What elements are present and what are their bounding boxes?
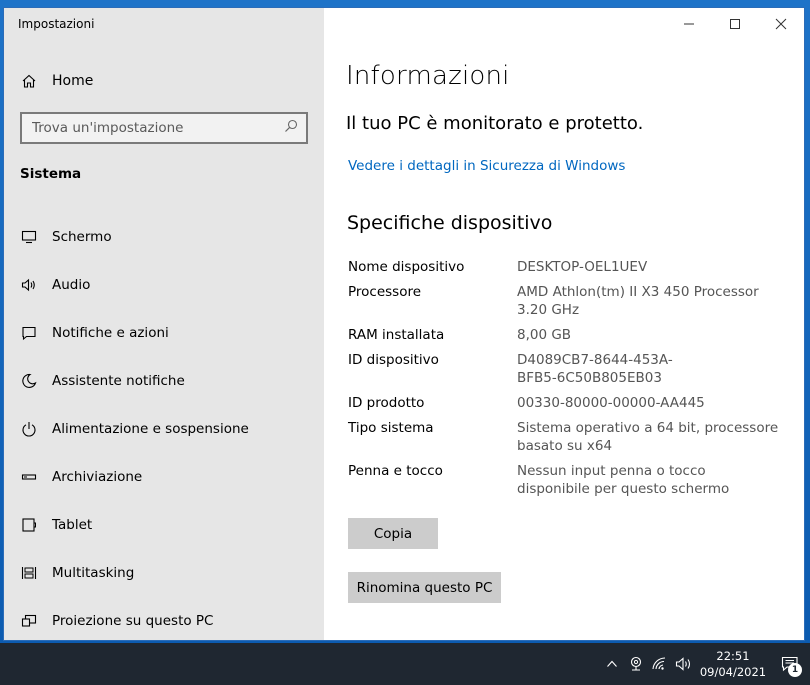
sidebar-item-notifiche[interactable]: Notifiche e azioni — [4, 309, 324, 357]
spec-label: ID prodotto — [348, 395, 425, 411]
spec-value: Nessun input penna o tocco disponibile p… — [517, 463, 730, 497]
notification-count-badge: 1 — [788, 663, 802, 677]
spec-label: RAM installata — [348, 327, 445, 343]
power-icon — [20, 420, 38, 438]
clock[interactable]: 22:51 09/04/2021 — [696, 648, 770, 680]
sidebar: Impostazioni Home Sistema Schermo — [4, 8, 324, 640]
nav-home[interactable]: Home — [4, 66, 324, 96]
monitor-icon — [20, 228, 38, 246]
sidebar-item-audio[interactable]: Audio — [4, 261, 324, 309]
network-tray-button[interactable] — [648, 643, 672, 685]
spec-value: DESKTOP-OEL1UEV — [517, 259, 648, 275]
protection-status: Il tuo PC è monitorato e protetto. — [346, 113, 644, 134]
close-button[interactable] — [758, 8, 804, 40]
sidebar-item-archiviazione[interactable]: Archiviazione — [4, 453, 324, 501]
main-content: Informazioni Il tuo PC è monitorato e pr… — [324, 8, 804, 640]
sidebar-item-assistente[interactable]: Assistente notifiche — [4, 357, 324, 405]
multitasking-icon — [20, 564, 38, 582]
nav-home-label: Home — [52, 73, 94, 89]
sidebar-item-label: Notifiche e azioni — [52, 325, 169, 341]
copy-button[interactable]: Copia — [348, 518, 438, 549]
spec-value: D4089CB7-8644-453A-BFB5-6C50B805EB03 — [517, 352, 673, 386]
clock-date: 09/04/2021 — [699, 665, 767, 679]
page-title: Informazioni — [346, 61, 510, 91]
taskbar: 22:51 09/04/2021 1 — [0, 643, 810, 685]
rename-pc-button[interactable]: Rinomina questo PC — [348, 572, 501, 603]
sidebar-item-label: Audio — [52, 277, 91, 293]
action-center-button[interactable]: 1 — [770, 643, 810, 685]
sidebar-item-label: Multitasking — [52, 565, 135, 581]
sidebar-item-label: Proiezione su questo PC — [52, 613, 214, 629]
device-specs: Nome dispositivo DESKTOP-OEL1UEV Process… — [348, 258, 788, 505]
spec-row-system-type: Tipo sistema Sistema operativo a 64 bit,… — [348, 419, 788, 455]
close-icon — [775, 18, 787, 30]
sidebar-item-schermo[interactable]: Schermo — [4, 213, 324, 261]
search-box[interactable] — [20, 112, 308, 144]
minimize-button[interactable] — [666, 8, 712, 40]
nav-list: Schermo Audio Notifiche e azioni Assiste… — [4, 213, 324, 640]
settings-window: Impostazioni Home Sistema Schermo — [4, 8, 804, 640]
spec-row-product-id: ID prodotto 00330-80000-00000-AA445 — [348, 394, 788, 412]
speaker-icon — [20, 276, 38, 294]
window-controls — [666, 8, 804, 40]
window-title: Impostazioni — [18, 17, 95, 31]
sidebar-item-multitasking[interactable]: Multitasking — [4, 549, 324, 597]
spec-row-processor: Processore AMD Athlon(tm) II X3 450 Proc… — [348, 283, 788, 319]
search-input[interactable] — [32, 120, 284, 136]
spec-value: Sistema operativo a 64 bit, processore b… — [517, 420, 779, 454]
webcam-icon — [630, 656, 642, 671]
notifications-icon — [20, 324, 38, 342]
volume-icon — [675, 657, 691, 671]
sidebar-item-tablet[interactable]: Tablet — [4, 501, 324, 549]
chevron-up-icon — [607, 660, 617, 667]
spec-value: 00330-80000-00000-AA445 — [517, 395, 705, 411]
spec-row-pen-touch: Penna e tocco Nessun input penna o tocco… — [348, 462, 788, 498]
moon-icon — [20, 372, 38, 390]
section-heading: Sistema — [20, 166, 82, 182]
spec-row-device-id: ID dispositivo D4089CB7-8644-453A-BFB5-6… — [348, 351, 788, 387]
spec-value: AMD Athlon(tm) II X3 450 Processor 3.20 … — [517, 284, 772, 318]
projection-icon — [20, 612, 38, 630]
sidebar-item-label: Tablet — [52, 517, 93, 533]
spec-row-device-name: Nome dispositivo DESKTOP-OEL1UEV — [348, 258, 788, 276]
spec-label: Nome dispositivo — [348, 259, 465, 275]
sidebar-item-alimentazione[interactable]: Alimentazione e sospensione — [4, 405, 324, 453]
minimize-icon — [684, 23, 694, 25]
volume-tray-button[interactable] — [672, 643, 696, 685]
sidebar-item-proiezione[interactable]: Proiezione su questo PC — [4, 597, 324, 640]
spec-value: 8,00 GB — [517, 327, 572, 343]
search-icon[interactable] — [284, 119, 298, 137]
sidebar-item-label: Schermo — [52, 229, 112, 245]
sidebar-item-label: Archiviazione — [52, 469, 143, 485]
wifi-icon — [652, 657, 666, 670]
sidebar-item-label: Alimentazione e sospensione — [52, 421, 249, 437]
storage-icon — [20, 468, 38, 486]
spec-label: Tipo sistema — [348, 420, 434, 436]
system-tray: 22:51 09/04/2021 1 — [600, 643, 810, 685]
webcam-tray-button[interactable] — [624, 643, 648, 685]
maximize-icon — [730, 19, 740, 29]
spec-label: Processore — [348, 284, 422, 300]
home-icon — [20, 72, 38, 90]
sidebar-item-label: Assistente notifiche — [52, 373, 185, 389]
clock-time: 22:51 — [716, 649, 750, 663]
maximize-button[interactable] — [712, 8, 758, 40]
spec-label: ID dispositivo — [348, 352, 439, 368]
spec-label: Penna e tocco — [348, 463, 443, 479]
tablet-icon — [20, 516, 38, 534]
spec-row-ram: RAM installata 8,00 GB — [348, 326, 788, 344]
show-hidden-icons-button[interactable] — [600, 643, 624, 685]
specs-title: Specifiche dispositivo — [347, 212, 553, 234]
security-details-link[interactable]: Vedere i dettagli in Sicurezza di Window… — [348, 158, 625, 174]
